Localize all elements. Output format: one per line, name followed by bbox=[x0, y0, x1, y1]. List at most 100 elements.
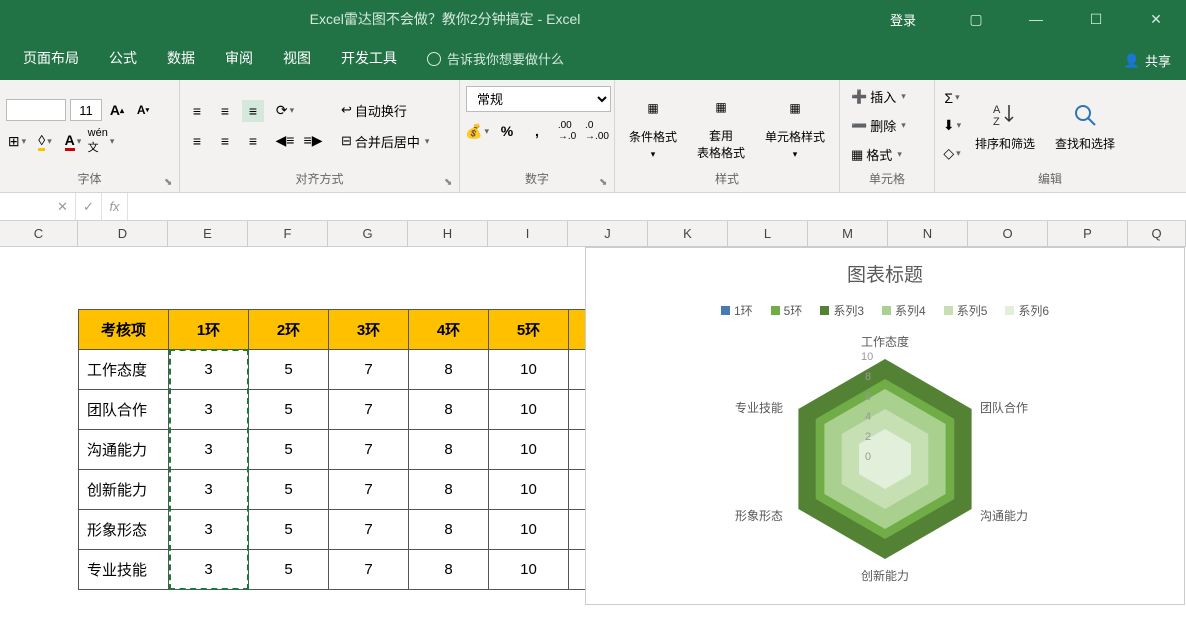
sort-filter-button[interactable]: AZ 排序和筛选 bbox=[967, 95, 1043, 156]
col-header[interactable]: Q bbox=[1128, 221, 1186, 246]
align-right-icon[interactable]: ≡ bbox=[242, 130, 264, 152]
fill-color-icon[interactable]: ◊ bbox=[34, 130, 56, 152]
font-color-icon[interactable]: A bbox=[62, 130, 84, 152]
chart-object[interactable]: 图表标题 1环 5环 系列3 系列4 系列5 系列6 工作态度 bbox=[585, 247, 1185, 605]
autosum-icon[interactable]: Σ bbox=[941, 87, 963, 109]
table-cell[interactable]: 形象形态 bbox=[79, 510, 169, 550]
find-select-button[interactable]: 查找和选择 bbox=[1047, 95, 1123, 156]
table-cell[interactable]: 5 bbox=[249, 430, 329, 470]
tab-data[interactable]: 数据 bbox=[152, 38, 210, 80]
table-header[interactable]: 3环 bbox=[329, 310, 409, 350]
close-icon[interactable]: ✕ bbox=[1136, 0, 1176, 38]
table-cell[interactable]: 3 bbox=[169, 350, 249, 390]
table-cell[interactable]: 3 bbox=[169, 510, 249, 550]
tab-view[interactable]: 视图 bbox=[268, 38, 326, 80]
fx-icon[interactable]: fx bbox=[102, 193, 128, 220]
insert-button[interactable]: ➕ 插入 bbox=[846, 84, 928, 109]
table-cell[interactable]: 3 bbox=[169, 470, 249, 510]
number-format-dropdown[interactable]: 常规 bbox=[466, 86, 611, 112]
minimize-icon[interactable]: — bbox=[1016, 0, 1056, 38]
table-cell[interactable]: 7 bbox=[329, 430, 409, 470]
table-cell[interactable]: 5 bbox=[249, 390, 329, 430]
font-family-dropdown[interactable] bbox=[6, 99, 66, 121]
table-cell[interactable]: 3 bbox=[169, 430, 249, 470]
table-cell[interactable]: 工作态度 bbox=[79, 350, 169, 390]
decrease-font-icon[interactable]: A▾ bbox=[132, 99, 154, 121]
col-header[interactable]: O bbox=[968, 221, 1048, 246]
table-cell[interactable]: 5 bbox=[249, 350, 329, 390]
decrease-indent-icon[interactable]: ◀≡ bbox=[274, 130, 296, 152]
share-button[interactable]: 👤 共享 bbox=[1109, 41, 1186, 80]
radar-chart[interactable]: 工作态度 团队合作 沟通能力 创新能力 形象形态 专业技能 10 8 6 4 2… bbox=[735, 329, 1035, 579]
table-header[interactable]: 1环 bbox=[169, 310, 249, 350]
table-cell[interactable]: 8 bbox=[409, 470, 489, 510]
login-button[interactable]: 登录 bbox=[890, 10, 916, 29]
col-header[interactable]: L bbox=[728, 221, 808, 246]
col-header[interactable]: K bbox=[648, 221, 728, 246]
table-cell[interactable]: 7 bbox=[329, 350, 409, 390]
increase-font-icon[interactable]: A▴ bbox=[106, 99, 128, 121]
table-header[interactable]: 4环 bbox=[409, 310, 489, 350]
table-cell[interactable]: 7 bbox=[329, 510, 409, 550]
table-cell[interactable]: 7 bbox=[329, 390, 409, 430]
col-header[interactable]: C bbox=[0, 221, 78, 246]
borders-icon[interactable]: ⊞ bbox=[6, 130, 28, 152]
conditional-formatting-button[interactable]: ▦ 条件格式 ▾ bbox=[621, 88, 685, 164]
tab-review[interactable]: 审阅 bbox=[210, 38, 268, 80]
col-header[interactable]: P bbox=[1048, 221, 1128, 246]
table-cell[interactable]: 10 bbox=[489, 470, 569, 510]
tell-me[interactable]: 告诉我你想要做什么 bbox=[412, 39, 579, 80]
table-cell[interactable]: 10 bbox=[489, 550, 569, 590]
percent-icon[interactable]: % bbox=[496, 120, 518, 142]
table-cell[interactable]: 10 bbox=[489, 350, 569, 390]
tab-developer[interactable]: 开发工具 bbox=[326, 38, 412, 80]
sheet-area[interactable]: 考核项 1环 2环 3环 4环 5环 工作态度 3 5 7 8 10 团队合作 … bbox=[0, 247, 1186, 635]
table-cell[interactable]: 沟通能力 bbox=[79, 430, 169, 470]
align-left-icon[interactable]: ≡ bbox=[186, 130, 208, 152]
table-cell[interactable]: 创新能力 bbox=[79, 470, 169, 510]
table-header[interactable]: 5环 bbox=[489, 310, 569, 350]
table-cell[interactable]: 5 bbox=[249, 510, 329, 550]
comma-icon[interactable]: , bbox=[526, 120, 548, 142]
table-cell[interactable]: 专业技能 bbox=[79, 550, 169, 590]
table-cell[interactable]: 7 bbox=[329, 550, 409, 590]
col-header[interactable]: I bbox=[488, 221, 568, 246]
table-cell[interactable]: 8 bbox=[409, 350, 489, 390]
enter-icon[interactable]: ✓ bbox=[76, 193, 102, 220]
increase-decimal-icon[interactable]: .00→.0 bbox=[556, 120, 578, 142]
table-cell[interactable]: 5 bbox=[249, 550, 329, 590]
table-cell[interactable]: 3 bbox=[169, 390, 249, 430]
col-header[interactable]: D bbox=[78, 221, 168, 246]
table-cell[interactable]: 10 bbox=[489, 430, 569, 470]
tab-page-layout[interactable]: 页面布局 bbox=[8, 38, 94, 80]
table-cell[interactable]: 3 bbox=[169, 550, 249, 590]
fill-icon[interactable]: ⬇ bbox=[941, 115, 963, 137]
clear-icon[interactable]: ◇ bbox=[941, 143, 963, 165]
align-center-icon[interactable]: ≡ bbox=[214, 130, 236, 152]
tab-formulas[interactable]: 公式 bbox=[94, 38, 152, 80]
wrap-text-button[interactable]: ↩ 自动换行 bbox=[336, 98, 434, 123]
table-header[interactable]: 考核项 bbox=[79, 310, 169, 350]
align-middle-icon[interactable]: ≡ bbox=[214, 100, 236, 122]
format-as-table-button[interactable]: ▦ 套用 表格格式 bbox=[689, 87, 753, 165]
merge-center-button[interactable]: ⊟ 合并后居中 bbox=[336, 129, 434, 154]
font-launcher-icon[interactable]: ⬊ bbox=[164, 177, 176, 189]
col-header[interactable]: E bbox=[168, 221, 248, 246]
col-header[interactable]: M bbox=[808, 221, 888, 246]
phonetic-icon[interactable]: wén文 bbox=[90, 130, 112, 152]
align-bottom-icon[interactable]: ≡ bbox=[242, 100, 264, 122]
table-header[interactable]: 2环 bbox=[249, 310, 329, 350]
table-cell[interactable]: 5 bbox=[249, 470, 329, 510]
alignment-launcher-icon[interactable]: ⬊ bbox=[444, 177, 456, 189]
format-button[interactable]: ▦ 格式 bbox=[846, 142, 928, 167]
col-header[interactable]: H bbox=[408, 221, 488, 246]
font-size-input[interactable] bbox=[70, 99, 102, 121]
col-header[interactable]: F bbox=[248, 221, 328, 246]
align-top-icon[interactable]: ≡ bbox=[186, 100, 208, 122]
table-cell[interactable]: 团队合作 bbox=[79, 390, 169, 430]
ribbon-display-icon[interactable]: ▢ bbox=[956, 0, 996, 38]
table-cell[interactable]: 7 bbox=[329, 470, 409, 510]
col-header[interactable]: J bbox=[568, 221, 648, 246]
accounting-format-icon[interactable]: 💰 bbox=[466, 120, 488, 142]
name-box[interactable] bbox=[0, 193, 50, 220]
